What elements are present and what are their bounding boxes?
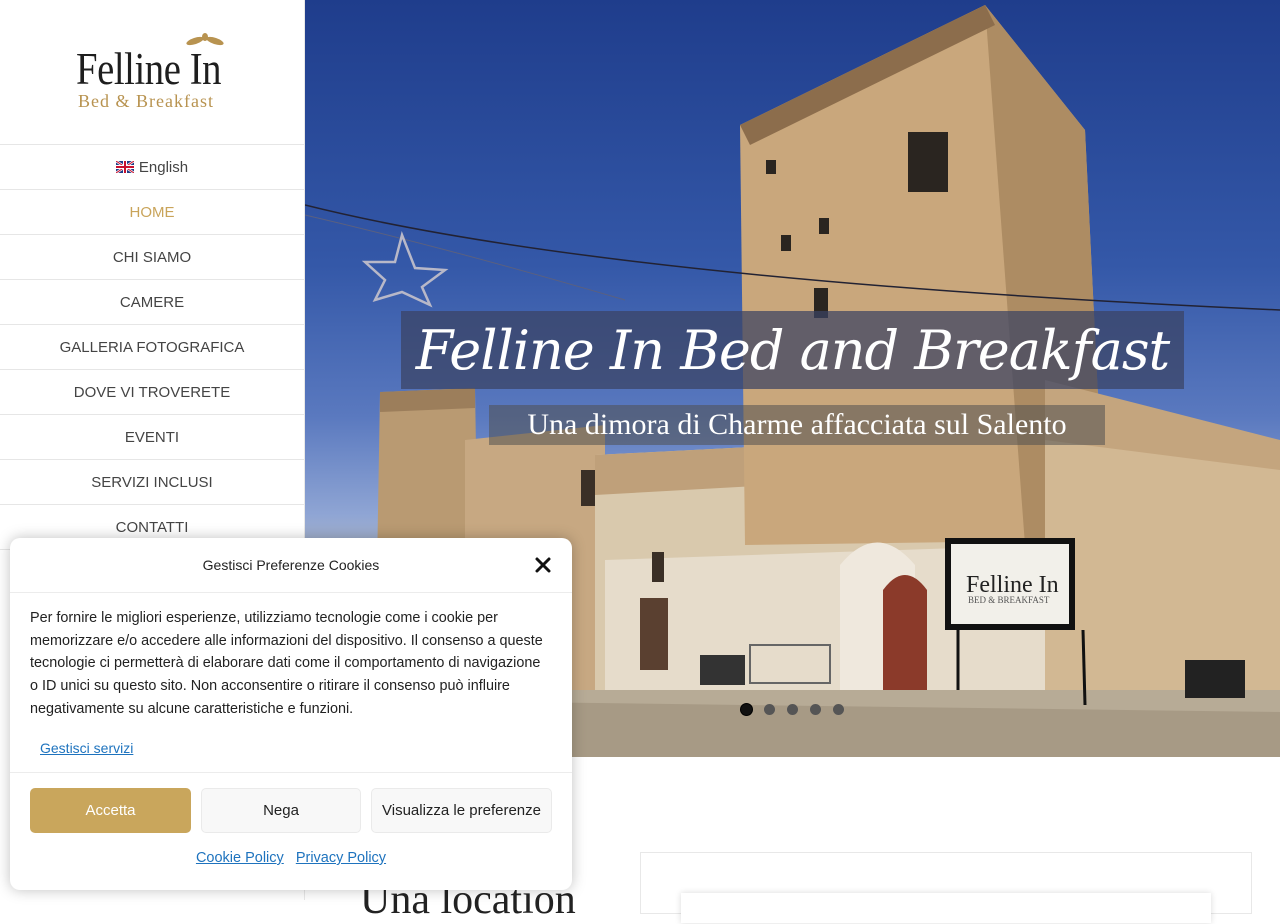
nav-item-english[interactable]: English bbox=[0, 145, 304, 190]
hero-title: Felline In Bed and Breakfast bbox=[415, 318, 1170, 382]
view-preferences-button[interactable]: Visualizza le preferenze bbox=[371, 788, 552, 833]
cookie-header: Gestisci Preferenze Cookies bbox=[10, 538, 572, 593]
main-nav: English HOME CHI SIAMO CAMERE GALLERIA F… bbox=[0, 144, 304, 550]
logo-subtitle: Bed & Breakfast bbox=[78, 91, 214, 111]
nav-item-chi-siamo[interactable]: CHI SIAMO bbox=[0, 235, 304, 280]
nav-item-label: English bbox=[138, 158, 189, 176]
deny-button[interactable]: Nega bbox=[201, 788, 361, 833]
nav-item-dove[interactable]: DOVE VI TROVERETE bbox=[0, 370, 304, 415]
nav-item-eventi[interactable]: EVENTI bbox=[0, 415, 304, 460]
manage-services-link[interactable]: Gestisci servizi bbox=[40, 740, 133, 756]
accept-button[interactable]: Accetta bbox=[30, 788, 191, 833]
slider-dot-2[interactable] bbox=[764, 704, 775, 715]
logo-title: Felline In bbox=[76, 44, 222, 94]
nav-item-galleria[interactable]: GALLERIA FOTOGRAFICA bbox=[0, 325, 304, 370]
nav-item-servizi[interactable]: SERVIZI INCLUSI bbox=[0, 460, 304, 505]
site-logo[interactable]: Felline In Bed & Breakfast bbox=[0, 0, 304, 144]
close-icon[interactable] bbox=[534, 556, 552, 574]
cookie-title: Gestisci Preferenze Cookies bbox=[202, 557, 380, 573]
slider-dot-4[interactable] bbox=[810, 704, 821, 715]
cookie-modal: Gestisci Preferenze Cookies Per fornire … bbox=[10, 538, 572, 890]
cookie-links: Cookie Policy Privacy Policy bbox=[10, 850, 572, 866]
cookie-policy-link[interactable]: Cookie Policy bbox=[196, 850, 284, 866]
content-card bbox=[640, 852, 1252, 923]
hero-subtitle: Una dimora di Charme affacciata sul Sale… bbox=[527, 408, 1067, 441]
slider-dots bbox=[741, 704, 844, 715]
hero-subtitle-box: Una dimora di Charme affacciata sul Sale… bbox=[489, 405, 1105, 445]
slider-dot-1[interactable] bbox=[741, 704, 752, 715]
nav-item-home[interactable]: HOME bbox=[0, 190, 304, 235]
cookie-message: Per fornire le migliori esperienze, util… bbox=[30, 610, 543, 717]
nav-item-camere[interactable]: CAMERE bbox=[0, 280, 304, 325]
privacy-policy-link[interactable]: Privacy Policy bbox=[296, 850, 386, 866]
uk-flag-icon bbox=[115, 161, 134, 173]
divider bbox=[10, 772, 572, 773]
hero-title-box: Felline In Bed and Breakfast bbox=[401, 311, 1184, 389]
sign-subtitle: BED & BREAKFAST bbox=[968, 595, 1050, 605]
content-card-inner bbox=[681, 893, 1211, 923]
slider-dot-5[interactable] bbox=[833, 704, 844, 715]
slider-dot-3[interactable] bbox=[787, 704, 798, 715]
